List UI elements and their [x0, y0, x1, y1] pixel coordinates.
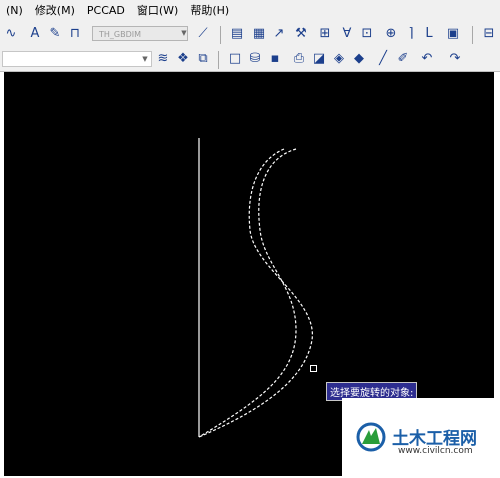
- selected-curve-outer: [198, 148, 313, 438]
- civilcn-logo-icon: [356, 422, 386, 452]
- selected-curve-inner: [198, 148, 297, 438]
- watermark-url: www.civilcn.com: [398, 446, 473, 456]
- watermark: 土木工程网 www.civilcn.com: [342, 398, 496, 478]
- pickbox-cursor: [310, 365, 317, 372]
